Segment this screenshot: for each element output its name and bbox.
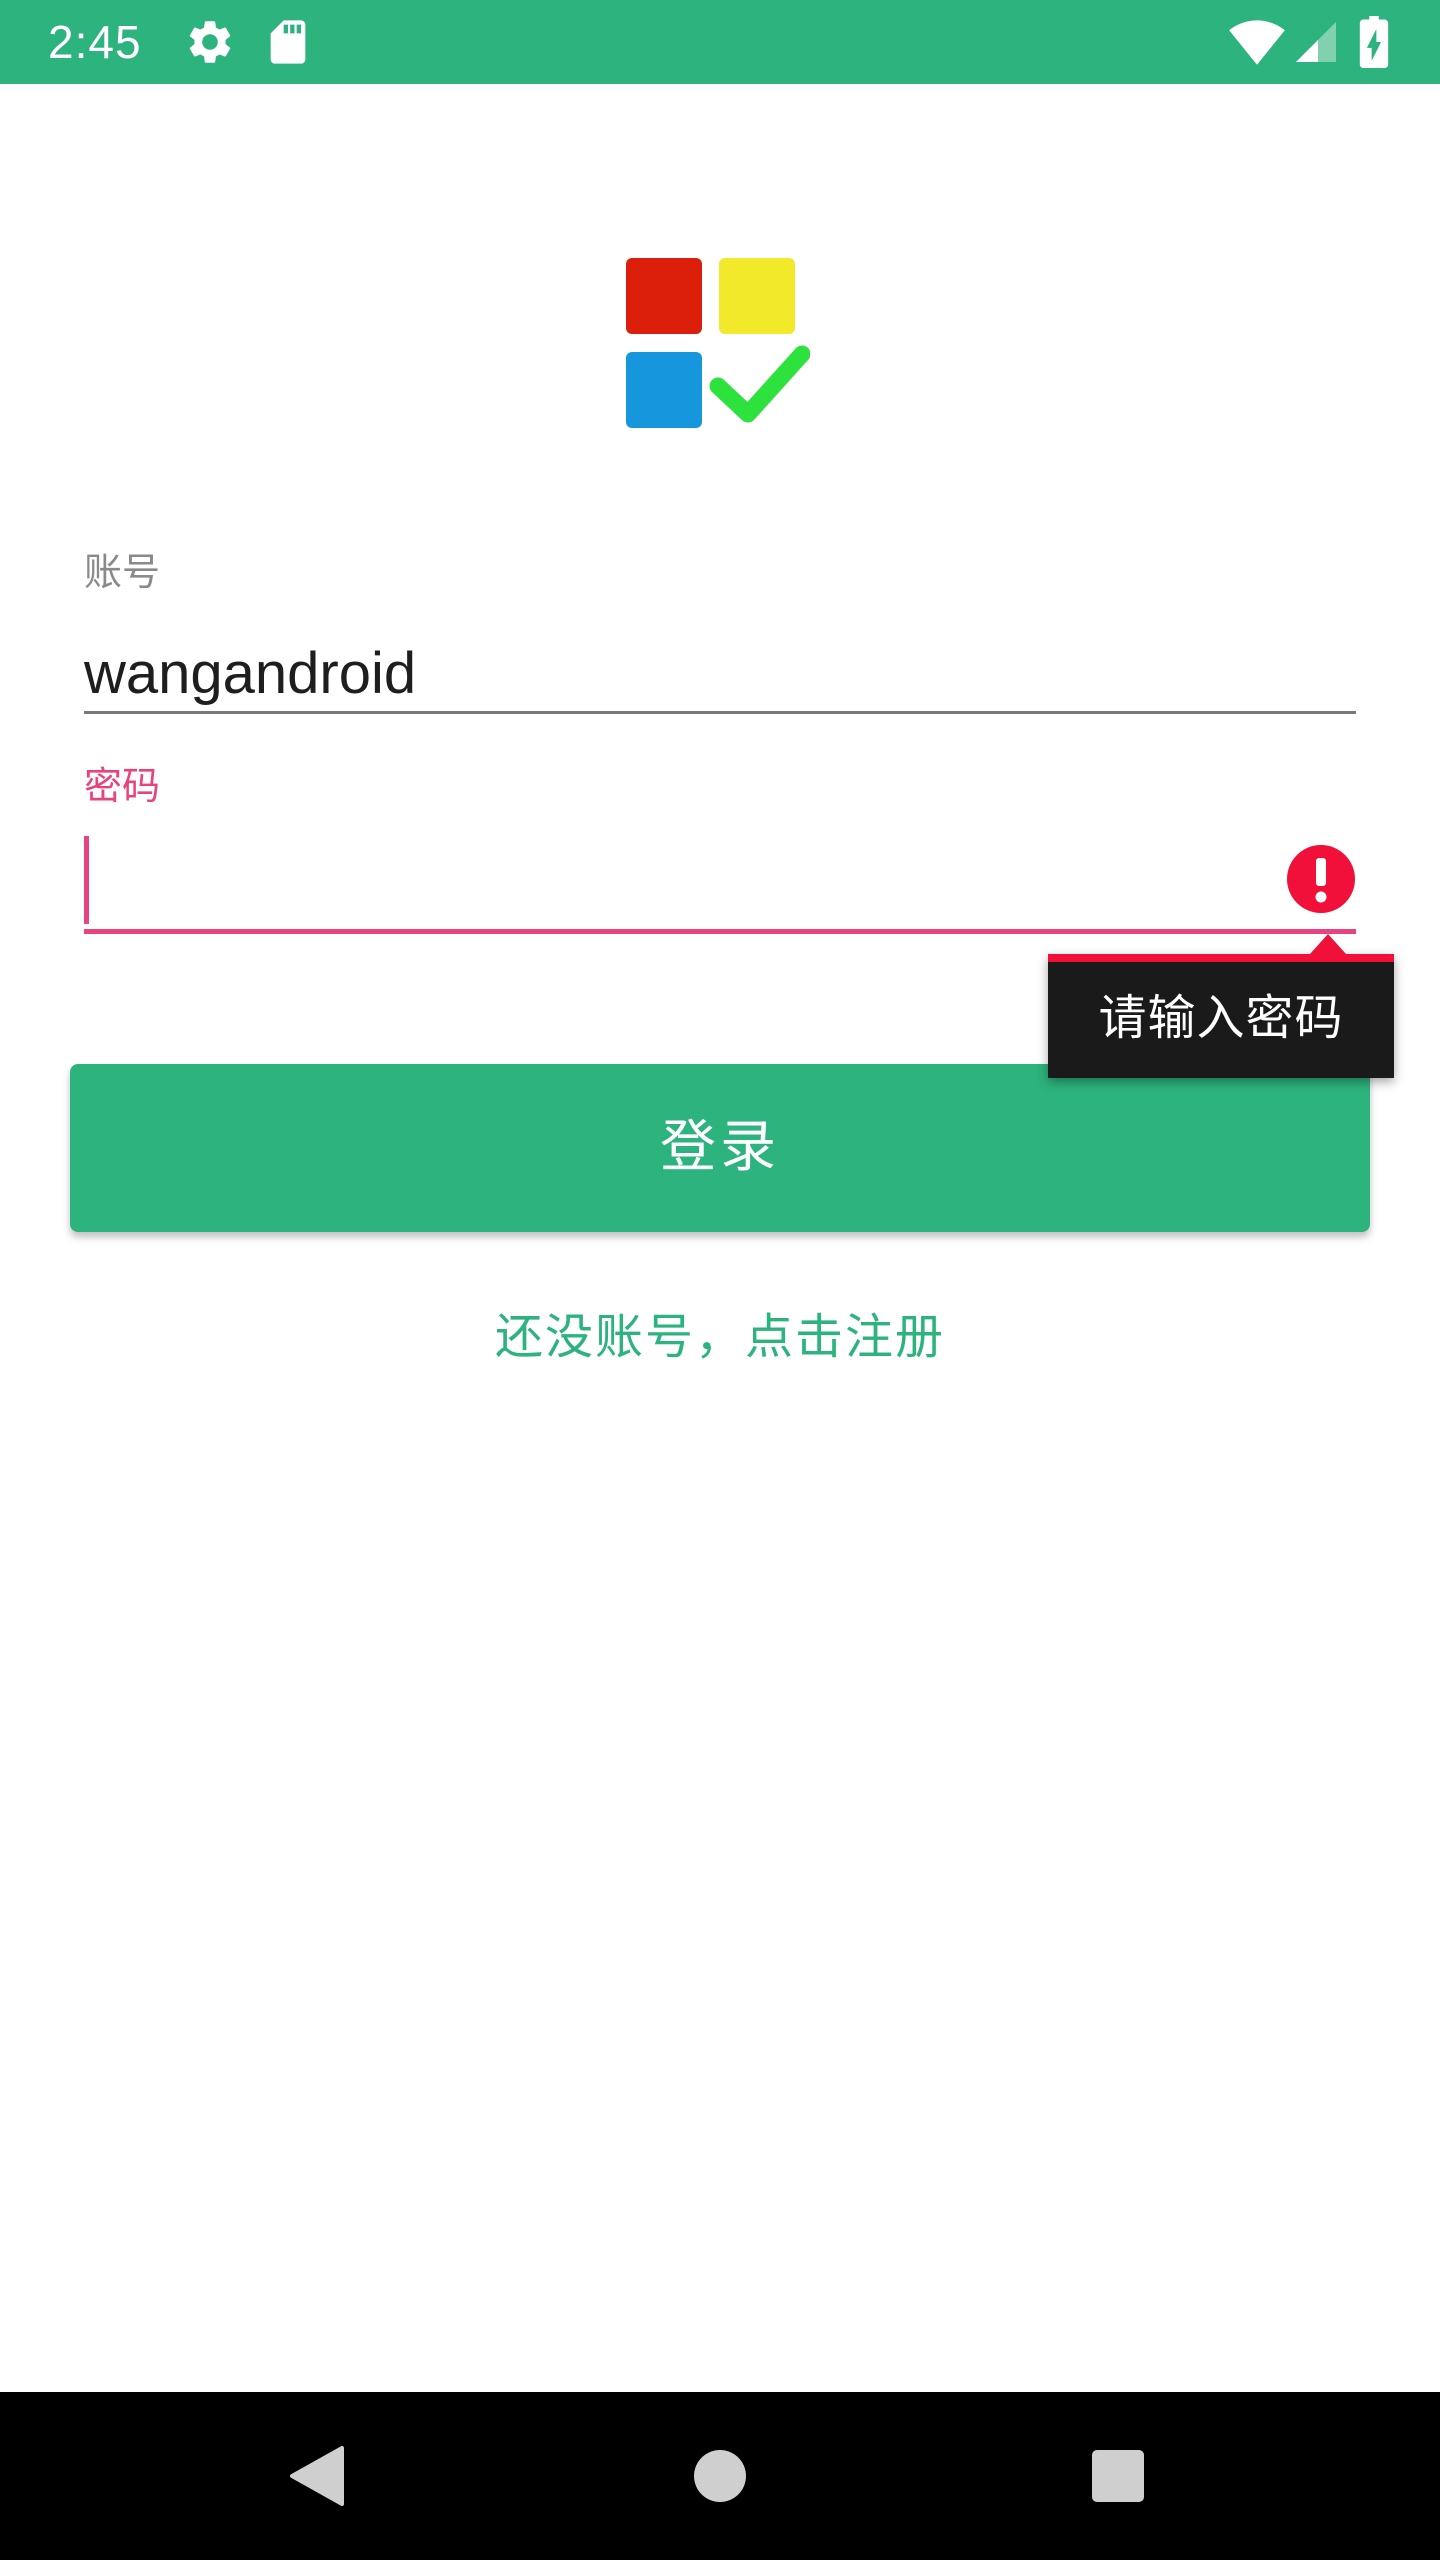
error-message: 请输入密码: [1098, 990, 1344, 1046]
settings-icon: [184, 16, 236, 68]
register-link[interactable]: 还没账号，点击注册: [0, 1302, 1440, 1372]
status-bar: 2:45: [0, 0, 1440, 84]
text-cursor: [84, 836, 89, 924]
back-icon[interactable]: [280, 2436, 360, 2516]
error-popup-arrow: [1310, 934, 1346, 954]
password-input[interactable]: [84, 834, 1356, 934]
recents-icon[interactable]: [1078, 2436, 1158, 2516]
battery-charging-icon: [1358, 16, 1390, 68]
account-input[interactable]: wangandroid: [84, 626, 1356, 714]
app-logo: [626, 258, 811, 430]
login-button[interactable]: 登录: [70, 1064, 1370, 1232]
login-screen: 2:45 账号 wangandroid 密码 请输入密码 登录 还没账号，点击注…: [0, 0, 1440, 2560]
home-icon[interactable]: [680, 2436, 760, 2516]
account-value: wangandroid: [84, 641, 417, 706]
error-icon[interactable]: [1286, 844, 1356, 914]
status-time: 2:45: [48, 16, 142, 68]
account-label: 账号: [84, 550, 161, 594]
password-label: 密码: [84, 764, 161, 808]
sd-card-icon: [262, 16, 314, 68]
navigation-bar: [0, 2392, 1440, 2560]
signal-icon: [1292, 18, 1340, 70]
wifi-icon: [1228, 18, 1286, 70]
error-popup: 请输入密码: [1048, 954, 1394, 1078]
